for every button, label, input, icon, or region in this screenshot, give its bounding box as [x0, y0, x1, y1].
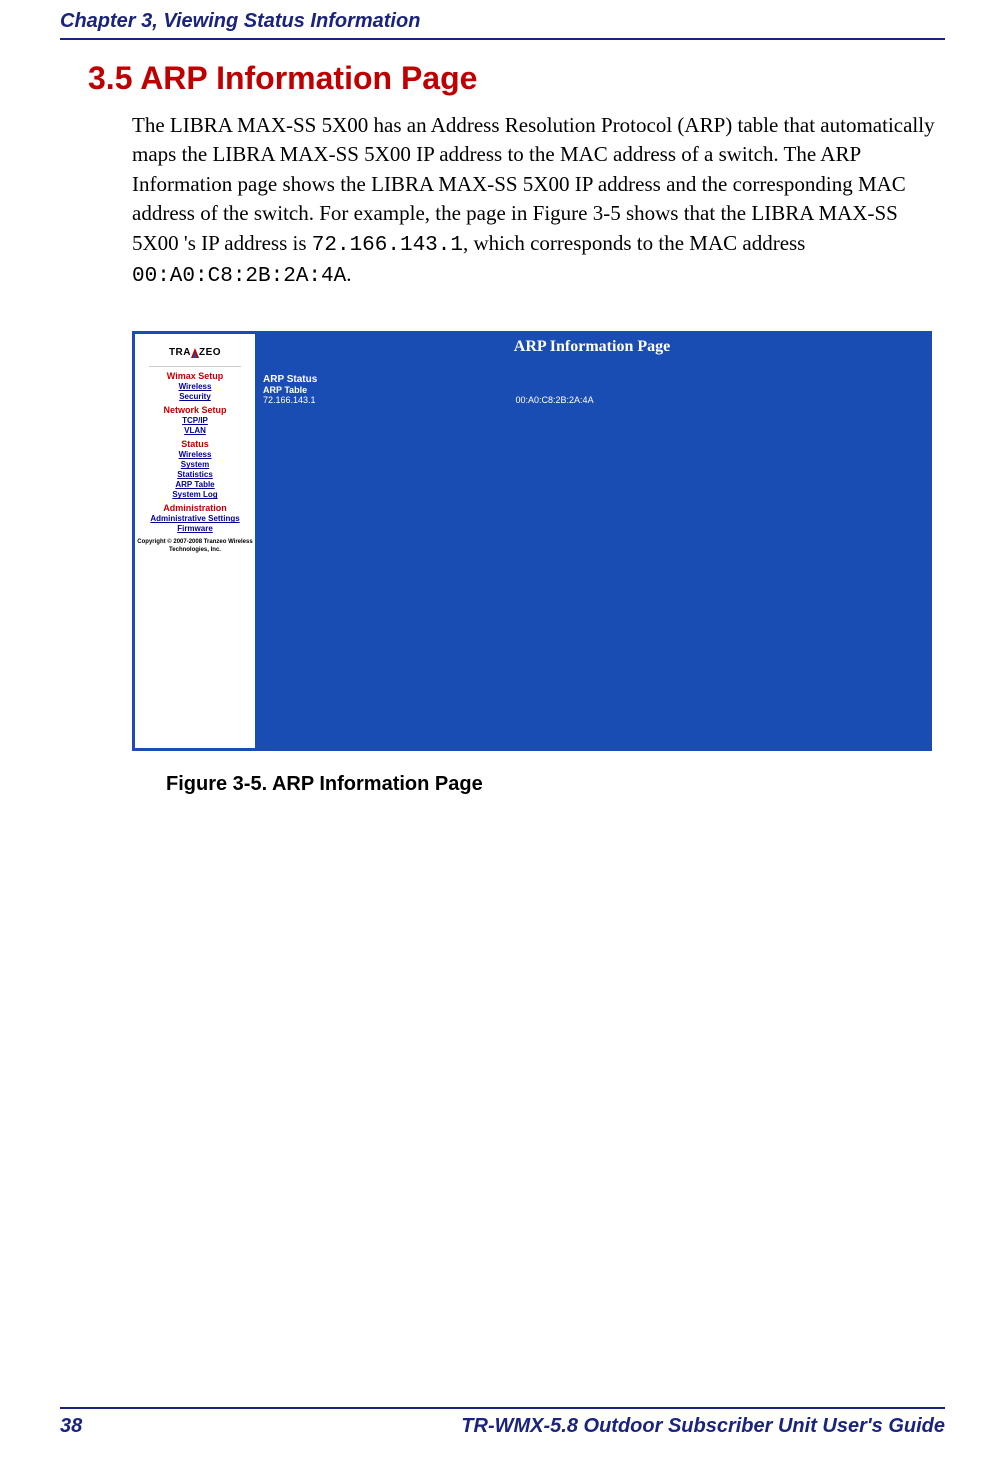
nav-arp-table[interactable]: ARP Table [137, 480, 253, 489]
nav-heading-network: Network Setup [137, 405, 253, 415]
sidebar: TRAZEO Wimax Setup Wireless Security Net… [135, 334, 255, 748]
arp-ip: 72.166.143.1 [263, 395, 513, 405]
logo: TRAZEO [137, 340, 253, 364]
logo-icon [191, 348, 199, 358]
figure-wrap: TRAZEO Wimax Setup Wireless Security Net… [132, 331, 945, 796]
body-mac: 00:A0:C8:2B:2A:4A [132, 265, 346, 288]
panel-title: ARP Information Page [263, 338, 921, 356]
arp-mac: 00:A0:C8:2B:2A:4A [516, 395, 594, 405]
nav-heading-status: Status [137, 439, 253, 449]
nav-security[interactable]: Security [137, 392, 253, 401]
panel-subsection: ARP Table [263, 385, 921, 395]
guide-title: TR-WMX-5.8 Outdoor Subscriber Unit User'… [461, 1415, 945, 1438]
content-area: 3.5 ARP Information Page The LIBRA MAX-S… [60, 60, 945, 796]
logo-text: TRAZEO [169, 347, 221, 358]
nav-copyright: Copyright © 2007-2008 Tranzeo Wireless T… [137, 539, 253, 553]
body-part2: , which corresponds to the MAC address [463, 231, 805, 255]
copyright-line1: Copyright © 2007-2008 Tranzeo Wireless [137, 539, 252, 545]
nav-tcpip[interactable]: TCP/IP [137, 416, 253, 425]
arp-row: 72.166.143.1 00:A0:C8:2B:2A:4A [263, 395, 921, 405]
nav-system-log[interactable]: System Log [137, 490, 253, 499]
copyright-line2: Technologies, Inc. [169, 547, 221, 553]
nav-admin-settings[interactable]: Administrative Settings [137, 514, 253, 523]
nav-vlan[interactable]: VLAN [137, 426, 253, 435]
divider [149, 366, 241, 367]
panel-section: ARP Status [263, 374, 921, 385]
page-number: 38 [60, 1415, 82, 1438]
embedded-screenshot: TRAZEO Wimax Setup Wireless Security Net… [132, 331, 932, 751]
main-panel: ARP Information Page ARP Status ARP Tabl… [255, 334, 929, 748]
nav-firmware[interactable]: Firmware [137, 524, 253, 533]
body-ip: 72.166.143.1 [312, 234, 463, 257]
footer: 38 TR-WMX-5.8 Outdoor Subscriber Unit Us… [60, 1407, 945, 1438]
nav-wireless[interactable]: Wireless [137, 382, 253, 391]
nav-system[interactable]: System [137, 460, 253, 469]
figure-caption: Figure 3-5. ARP Information Page [166, 773, 945, 796]
body-part3: . [346, 262, 351, 286]
nav-statistics[interactable]: Statistics [137, 470, 253, 479]
header-rule [60, 38, 945, 40]
nav-heading-admin: Administration [137, 503, 253, 513]
nav-heading-wimax: Wimax Setup [137, 371, 253, 381]
nav-status-wireless[interactable]: Wireless [137, 450, 253, 459]
page-header: Chapter 3, Viewing Status Information [60, 10, 420, 33]
section-body: The LIBRA MAX-SS 5X00 has an Address Res… [132, 111, 945, 291]
page: Chapter 3, Viewing Status Information 3.… [0, 0, 1005, 1466]
section-title: 3.5 ARP Information Page [88, 60, 945, 97]
